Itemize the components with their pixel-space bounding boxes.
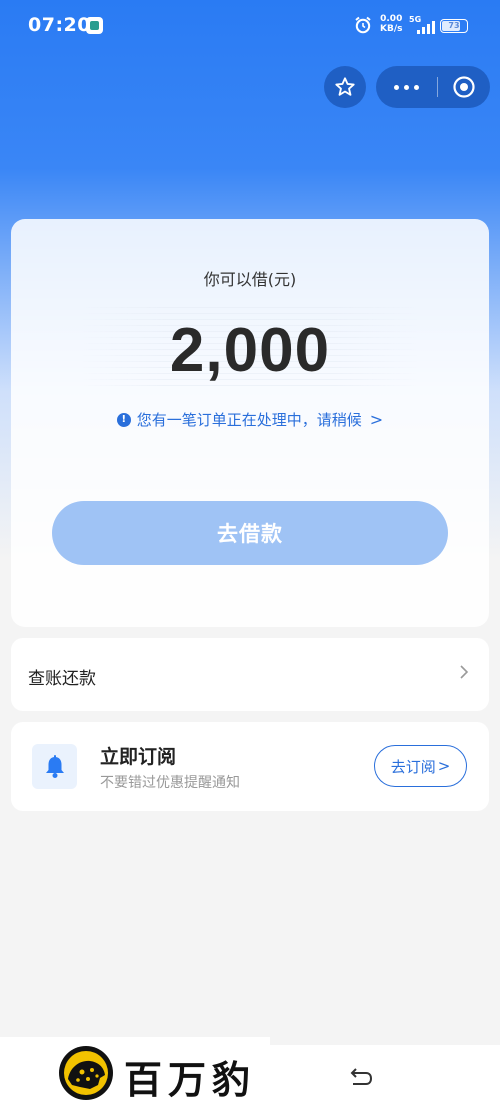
notice-text: 您有一笔订单正在处理中，请稍候 xyxy=(136,411,362,429)
miniprogram-capsule xyxy=(376,66,490,108)
subscribe-button-label: 去订阅 xyxy=(390,757,436,776)
status-time: 07:20 xyxy=(28,14,91,36)
repay-row[interactable]: 查账还款 xyxy=(11,638,489,711)
repay-label: 查账还款 xyxy=(28,669,96,689)
subscribe-card: 立即订阅 不要错过优惠提醒通知 去订阅 > xyxy=(11,722,489,811)
loan-card: 你可以借(元) 2,000 ! 您有一笔订单正在处理中，请稍候 > 去借款 xyxy=(11,219,489,627)
alarm-icon xyxy=(355,16,371,34)
order-processing-notice[interactable]: ! 您有一笔订单正在处理中，请稍候 > xyxy=(11,409,489,430)
net-speed-unit: KB/s xyxy=(380,24,403,34)
watermark-text: 百万豹 xyxy=(124,1057,257,1102)
bell-icon-box xyxy=(32,744,77,789)
borrow-amount: 2,000 xyxy=(169,316,331,385)
borrow-limit-label: 你可以借(元) xyxy=(203,270,297,289)
subscribe-title: 立即订阅 xyxy=(100,746,177,768)
app-notification-icon xyxy=(86,17,103,34)
watermark: 百万豹 xyxy=(0,1037,270,1111)
target-close-icon xyxy=(453,76,475,98)
star-icon xyxy=(335,77,355,96)
net-speed: 0.00 KB/s xyxy=(380,14,402,34)
chevron-right-icon: > xyxy=(369,410,384,429)
net-speed-value: 0.00 xyxy=(380,14,403,24)
chevron-right-icon xyxy=(460,665,469,679)
info-icon: ! xyxy=(116,412,131,427)
status-bar: 07:20 0.00 KB/s 5G 73 xyxy=(0,0,500,52)
bell-icon xyxy=(45,754,64,778)
more-button[interactable] xyxy=(376,66,436,108)
favorite-button[interactable] xyxy=(324,66,366,108)
close-miniprogram-button[interactable] xyxy=(438,66,490,108)
subscribe-button[interactable]: 去订阅 > xyxy=(374,745,467,787)
battery-percent: 73 xyxy=(448,21,460,30)
chevron-right-icon: > xyxy=(437,757,451,775)
borrow-button[interactable]: 去借款 xyxy=(52,501,448,565)
battery-icon: 73 xyxy=(440,19,468,33)
subscribe-description: 不要错过优惠提醒通知 xyxy=(100,775,240,791)
signal-icon xyxy=(417,21,435,34)
leopard-logo-icon xyxy=(59,1046,113,1100)
more-dots-icon xyxy=(391,84,421,90)
back-icon[interactable] xyxy=(348,1067,374,1089)
